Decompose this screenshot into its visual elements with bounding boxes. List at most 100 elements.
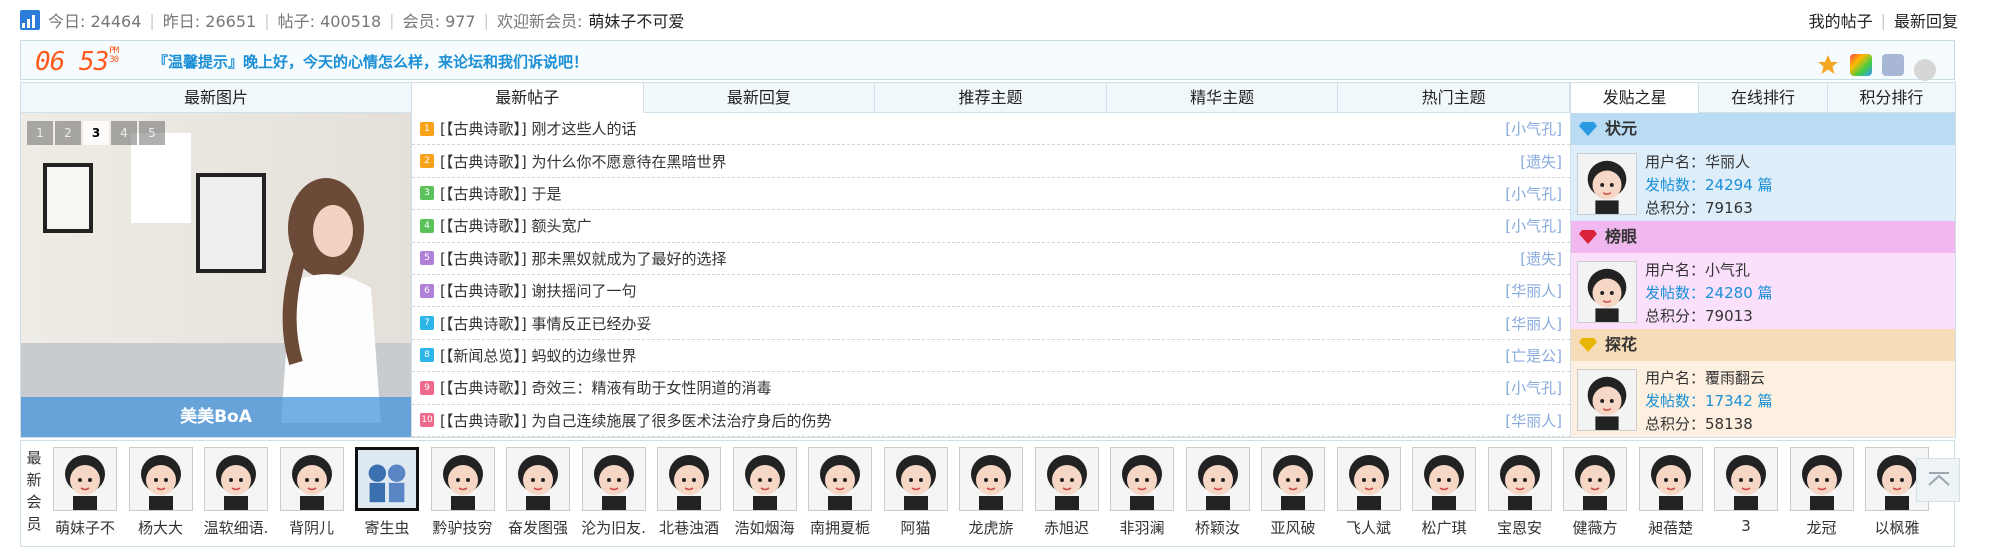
member-avatar[interactable] [1412, 447, 1476, 511]
member-avatar[interactable] [1034, 447, 1099, 511]
member-name[interactable]: 龙虎旂 [957, 517, 1025, 538]
tab-latest-posts[interactable]: 最新帖子 [412, 83, 644, 113]
member-avatar[interactable] [1563, 447, 1627, 511]
member-item[interactable]: 杨大大 [127, 447, 195, 538]
pager-button[interactable]: 4 [111, 121, 137, 145]
member-avatar[interactable] [1185, 447, 1250, 511]
post-row[interactable]: 8 [【新闻总览】] 蚂蚁的边缘世界 [亡是公] [412, 340, 1570, 373]
member-name[interactable]: 以枫雅 [1863, 517, 1931, 538]
member-item[interactable]: 健薇方 [1561, 447, 1629, 538]
post-author-link[interactable]: [小气孔] [1505, 183, 1562, 204]
post-row[interactable]: 3 [【古典诗歌】] 于是 [小气孔] [412, 178, 1570, 211]
member-avatar[interactable] [1110, 447, 1174, 511]
post-title-link[interactable]: [【古典诗歌】] 谢扶摇问了一句 [440, 280, 1505, 301]
member-avatar[interactable] [1714, 447, 1778, 511]
avatar[interactable] [1577, 261, 1637, 323]
member-name[interactable]: 飞人斌 [1335, 517, 1403, 538]
pager-button-active[interactable]: 3 [83, 121, 109, 145]
slideshow-caption[interactable]: 美美BoA [21, 397, 411, 437]
member-item[interactable]: 沦为旧友. [580, 447, 648, 538]
member-item[interactable]: 温软细语. [202, 447, 270, 538]
post-row[interactable]: 4 [【古典诗歌】] 额头宽广 [小气孔] [412, 210, 1570, 243]
member-name[interactable]: 3 [1712, 517, 1780, 535]
rank-username[interactable]: 华丽人 [1705, 153, 1750, 171]
post-title-link[interactable]: [【古典诗歌】] 刚才这些人的话 [440, 118, 1505, 139]
member-name[interactable]: 北巷浊酒 [655, 517, 723, 538]
member-name[interactable]: 桥颖汝 [1184, 517, 1252, 538]
post-title-link[interactable]: [【古典诗歌】] 于是 [440, 183, 1505, 204]
member-item[interactable]: 背阴儿 [278, 447, 346, 538]
member-item[interactable]: 昶蓓楚 [1637, 447, 1705, 538]
member-name[interactable]: 松广琪 [1410, 517, 1478, 538]
tab-recommended[interactable]: 推荐主题 [875, 83, 1107, 113]
slideshow-image[interactable]: 1 2 3 4 5 美美BoA [21, 113, 411, 437]
member-avatar[interactable] [430, 447, 495, 511]
member-avatar[interactable] [204, 447, 268, 511]
post-row[interactable]: 7 [【古典诗歌】] 事情反正已经办妥 [华丽人] [412, 307, 1570, 340]
rank-username[interactable]: 小气孔 [1705, 261, 1750, 279]
member-avatar[interactable] [657, 447, 721, 511]
member-avatar[interactable] [732, 447, 797, 511]
member-name[interactable]: 非羽澜 [1108, 517, 1176, 538]
post-author-link[interactable]: [小气孔] [1505, 118, 1562, 139]
post-author-link[interactable]: [小气孔] [1505, 215, 1562, 236]
member-name[interactable]: 黔驴技穷 [429, 517, 497, 538]
member-name[interactable]: 温软细语. [202, 517, 270, 538]
latest-reply-link[interactable]: 最新回复 [1894, 8, 1958, 32]
member-item[interactable]: 北巷浊酒 [655, 447, 723, 538]
member-avatar[interactable] [355, 447, 419, 511]
tab-latest-replies[interactable]: 最新回复 [643, 83, 876, 113]
post-author-link[interactable]: [亡是公] [1505, 345, 1562, 366]
member-avatar[interactable] [808, 447, 872, 511]
member-name[interactable]: 亚风破 [1259, 517, 1327, 538]
member-name[interactable]: 沦为旧友. [580, 517, 648, 538]
member-item[interactable]: 宝恩安 [1486, 447, 1554, 538]
member-name[interactable]: 宝恩安 [1486, 517, 1554, 538]
post-author-link[interactable]: [遗失] [1520, 248, 1562, 269]
member-name[interactable]: 阿猫 [882, 517, 950, 538]
pager-button[interactable]: 2 [55, 121, 81, 145]
member-item[interactable]: 飞人斌 [1335, 447, 1403, 538]
post-title-link[interactable]: [【古典诗歌】] 奇效三：精液有助于女性阴道的消毒 [440, 377, 1505, 398]
member-item[interactable]: 松广琪 [1410, 447, 1478, 538]
avatar[interactable] [1577, 153, 1637, 215]
post-row[interactable]: 9 [【古典诗歌】] 奇效三：精液有助于女性阴道的消毒 [小气孔] [412, 372, 1570, 405]
member-avatar[interactable] [506, 447, 570, 511]
member-avatar[interactable] [1261, 447, 1325, 511]
star-icon[interactable] [1816, 53, 1840, 77]
post-author-link[interactable]: [遗失] [1520, 151, 1562, 172]
member-name[interactable]: 背阴儿 [278, 517, 346, 538]
member-item[interactable]: 桥颖汝 [1184, 447, 1252, 538]
member-avatar[interactable] [1789, 447, 1854, 511]
post-row[interactable]: 6 [【古典诗歌】] 谢扶摇问了一句 [华丽人] [412, 275, 1570, 308]
post-author-link[interactable]: [华丽人] [1505, 410, 1562, 431]
member-name[interactable]: 龙冠 [1788, 517, 1856, 538]
member-avatar[interactable] [1638, 447, 1703, 511]
pager-button[interactable]: 5 [139, 121, 165, 145]
member-item[interactable]: 寄生虫 [353, 447, 421, 538]
tab-post-stars[interactable]: 发贴之星 [1571, 83, 1699, 113]
collapse-icon[interactable] [1914, 59, 1936, 81]
member-item[interactable]: 非羽澜 [1108, 447, 1176, 538]
member-name[interactable]: 南拥夏栀 [806, 517, 874, 538]
avatar[interactable] [1577, 369, 1637, 431]
tab-score-rank[interactable]: 积分排行 [1826, 83, 1955, 113]
post-title-link[interactable]: [【古典诗歌】] 额头宽广 [440, 215, 1505, 236]
member-item[interactable]: 南拥夏栀 [806, 447, 874, 538]
tab-featured[interactable]: 精华主题 [1106, 83, 1339, 113]
post-row[interactable]: 1 [【古典诗歌】] 刚才这些人的话 [小气孔] [412, 113, 1570, 146]
member-item[interactable]: 亚风破 [1259, 447, 1327, 538]
member-item[interactable]: 萌妹子不 [51, 447, 119, 538]
member-item[interactable]: 龙冠 [1788, 447, 1856, 538]
post-author-link[interactable]: [小气孔] [1505, 377, 1562, 398]
member-avatar[interactable] [883, 447, 948, 511]
member-avatar[interactable] [1487, 447, 1552, 511]
member-name[interactable]: 赤旭迟 [1033, 517, 1101, 538]
member-item[interactable]: 龙虎旂 [957, 447, 1025, 538]
post-row[interactable]: 10 [【古典诗歌】] 为自己连续施展了很多医术法治疗身后的伤势 [华丽人] [412, 405, 1570, 437]
pager-button[interactable]: 1 [27, 121, 53, 145]
member-avatar[interactable] [279, 447, 344, 511]
member-avatar[interactable] [128, 447, 193, 511]
member-name[interactable]: 健薇方 [1561, 517, 1629, 538]
member-avatar[interactable] [959, 447, 1023, 511]
